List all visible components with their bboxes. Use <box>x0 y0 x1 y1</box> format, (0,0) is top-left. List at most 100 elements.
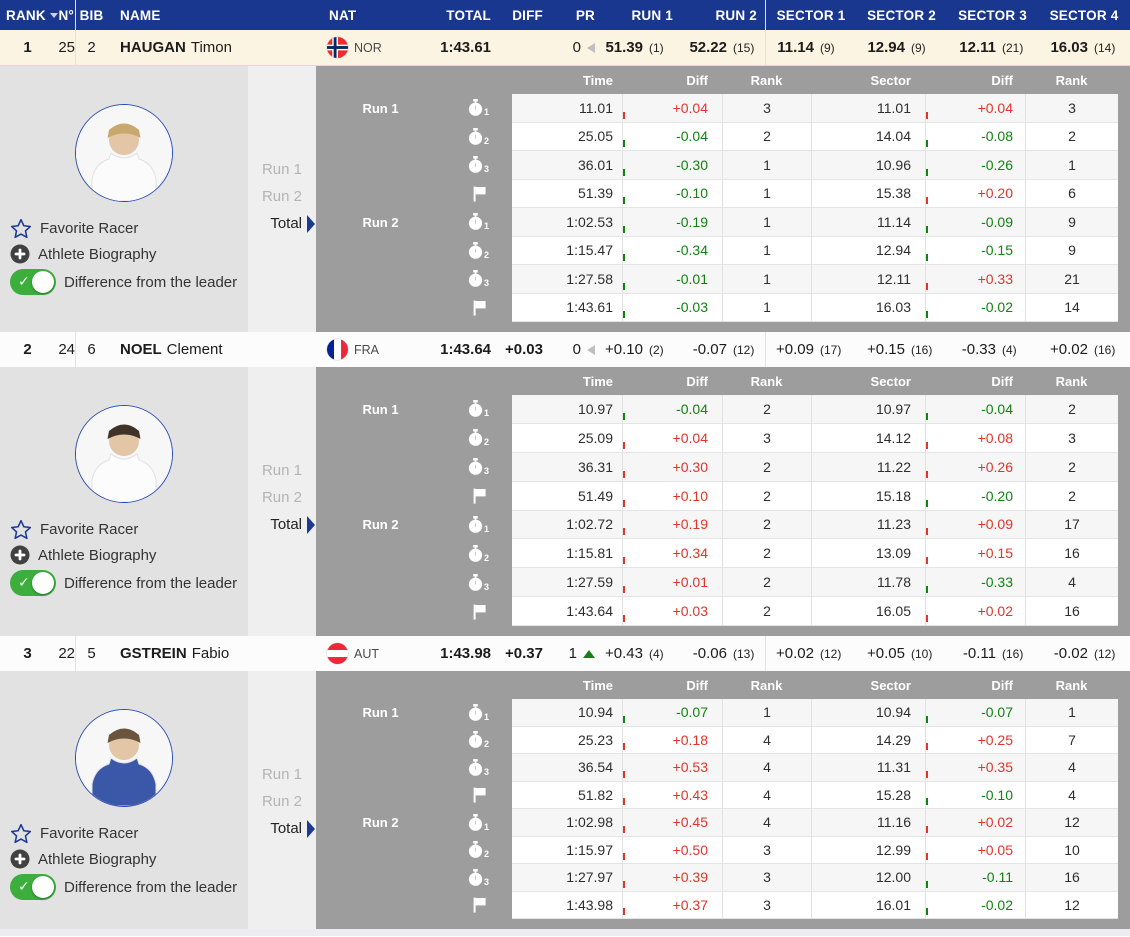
nat-code: NOR <box>354 40 382 55</box>
sector-diff: +0.08 <box>925 423 1025 453</box>
col-sector3[interactable]: SECTOR 3 <box>947 0 1038 30</box>
sector-rank: 16 <box>1025 597 1118 626</box>
sector1-result: +0.09 (17) <box>765 332 856 367</box>
intermediate-time: 1:15.97 <box>512 836 622 864</box>
col-nat[interactable]: NAT <box>323 0 407 30</box>
run2-tab[interactable]: Run 2 <box>262 486 302 510</box>
difference-toggle[interactable]: ✓ <box>10 269 56 295</box>
racer-block: 2 24 6 NOEL Clement FRA 1:43.64 +0.03 0 … <box>0 332 1130 636</box>
col-run1[interactable]: RUN 1 <box>605 0 681 30</box>
favorite-racer-button[interactable]: Favorite Racer <box>10 218 248 239</box>
position-change: 1 <box>547 636 605 671</box>
sector-rank: 17 <box>1025 510 1118 540</box>
racer-first-name: Clement <box>166 341 223 358</box>
run1-result: 51.39 (1) <box>605 39 664 56</box>
run1-tab[interactable]: Run 1 <box>262 763 302 787</box>
run-label <box>316 151 445 180</box>
racer-summary-row[interactable]: 2 24 6 NOEL Clement FRA 1:43.64 +0.03 0 … <box>0 332 1130 367</box>
col-sector1[interactable]: SECTOR 1 <box>765 0 856 30</box>
sector-time: 11.01 <box>811 94 925 123</box>
athlete-biography-button[interactable]: Athlete Biography <box>10 545 248 565</box>
col-total[interactable]: TOTAL <box>407 0 499 30</box>
stopwatch-2-icon: 2 <box>445 237 512 266</box>
col-run2[interactable]: RUN 2 <box>681 0 765 30</box>
racer-summary-row[interactable]: 3 22 5 GSTREIN Fabio AUT 1:43.98 +0.37 1… <box>0 636 1130 671</box>
col-name[interactable]: NAME <box>107 0 323 30</box>
run2-tab[interactable]: Run 2 <box>262 790 302 814</box>
difference-from-leader-row: ✓ Difference from the leader <box>10 269 248 295</box>
detail-col-time: Time <box>582 373 613 389</box>
sector-rank: 2 <box>1025 395 1118 424</box>
run-label: Run 2 <box>362 815 399 831</box>
detail-table: Time Diff Rank Sector Diff Rank Run 1 1 … <box>316 66 1130 332</box>
sector-diff: +0.09 <box>925 510 1025 540</box>
time-rank: 1 <box>722 236 811 265</box>
col-rank[interactable]: RANK <box>0 0 58 30</box>
sector-time: 14.04 <box>811 122 925 151</box>
difference-toggle[interactable]: ✓ <box>10 570 56 596</box>
total-tab[interactable]: Total <box>270 817 315 841</box>
intermediate-time: 1:15.81 <box>512 539 622 569</box>
detail-row: 3 1:27.97 +0.39 3 12.00 -0.11 16 <box>316 864 1118 892</box>
racer-name: HAUGAN Timon <box>107 30 323 65</box>
time-diff: +0.53 <box>622 754 722 782</box>
detail-row: 3 36.31 +0.30 2 11.22 +0.26 2 <box>316 452 1118 482</box>
col-start-number[interactable]: N° <box>55 0 75 30</box>
rank-cell: 1 <box>23 39 32 56</box>
sector-rank: 16 <box>1025 539 1118 569</box>
bottom-strip <box>0 929 1130 936</box>
time-diff: -0.19 <box>622 208 722 237</box>
total-tab[interactable]: Total <box>270 513 315 537</box>
position-neutral-icon <box>587 42 595 53</box>
run1-tab[interactable]: Run 1 <box>262 459 302 483</box>
time-rank: 1 <box>722 179 811 208</box>
sector1-result: +0.02 (12) <box>765 636 856 671</box>
favorite-racer-button[interactable]: Favorite Racer <box>10 823 248 844</box>
results-header-row: RANK N° BIB NAME NAT TOTAL DIFF PR RUN 1… <box>0 0 1130 30</box>
favorite-racer-button[interactable]: Favorite Racer <box>10 519 248 540</box>
athlete-biography-button[interactable]: Athlete Biography <box>10 244 248 264</box>
difference-from-leader-label: Difference from the leader <box>64 273 238 291</box>
col-sector2[interactable]: SECTOR 2 <box>856 0 947 30</box>
detail-col-sector: Sector <box>870 677 911 693</box>
run-label <box>316 482 445 511</box>
run-label <box>316 892 445 920</box>
intermediate-time: 1:02.98 <box>512 809 622 837</box>
run2-tab[interactable]: Run 2 <box>262 185 302 209</box>
col-bib[interactable]: BIB <box>75 0 107 30</box>
finish-flag-icon <box>445 482 512 511</box>
flag-fra-icon <box>327 339 348 360</box>
stopwatch-3-icon: 3 <box>445 754 512 782</box>
position-up-icon <box>583 649 595 658</box>
col-diff[interactable]: DIFF <box>499 0 547 30</box>
time-rank: 1 <box>722 293 811 322</box>
run-selector: Run 1 Run 2 Total <box>248 367 316 636</box>
athlete-biography-button[interactable]: Athlete Biography <box>10 849 248 869</box>
total-diff: +0.03 <box>505 341 543 358</box>
sector-diff: +0.26 <box>925 452 1025 482</box>
difference-toggle[interactable]: ✓ <box>10 874 56 900</box>
racer-name: NOEL Clement <box>107 332 323 367</box>
stopwatch-1-icon: 1 <box>445 395 512 424</box>
sector-rank: 3 <box>1025 94 1118 123</box>
stopwatch-3-icon: 3 <box>445 864 512 892</box>
stopwatch-2-icon: 2 <box>445 727 512 755</box>
run-label <box>316 597 445 626</box>
detail-col-diff2: Diff <box>991 72 1013 88</box>
time-rank: 2 <box>722 452 811 482</box>
sector-rank: 12 <box>1025 809 1118 837</box>
racer-summary-row[interactable]: 1 25 2 HAUGAN Timon NOR 1:43.61 0 51.39 … <box>0 30 1130 66</box>
run1-result: +0.43 (4) <box>605 645 664 662</box>
sector-time: 15.38 <box>811 179 925 208</box>
total-tab[interactable]: Total <box>270 212 315 236</box>
sector-time: 11.78 <box>811 568 925 598</box>
sector1-result: 11.14 (9) <box>765 30 856 65</box>
run1-tab[interactable]: Run 1 <box>262 158 302 182</box>
stopwatch-1-icon: 1 <box>445 208 512 237</box>
run-label <box>316 294 445 323</box>
col-pr[interactable]: PR <box>547 0 605 30</box>
detail-col-sector: Sector <box>870 373 911 389</box>
col-sector4[interactable]: SECTOR 4 <box>1038 0 1130 30</box>
detail-col-diff: Diff <box>686 72 708 88</box>
sector-diff: +0.33 <box>925 265 1025 294</box>
